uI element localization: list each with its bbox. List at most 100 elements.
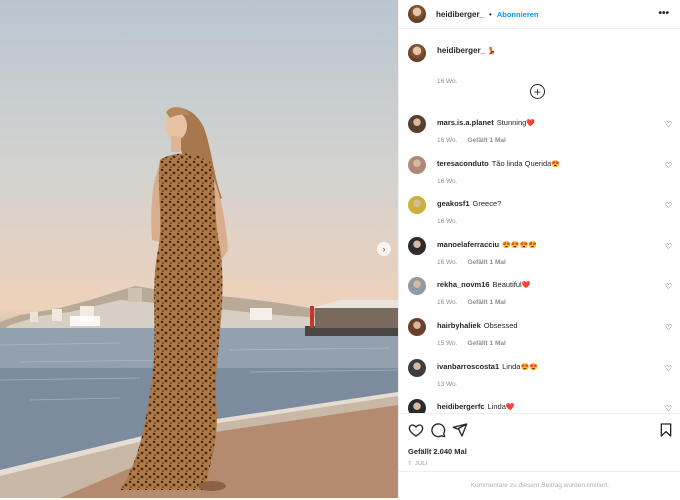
comment-body: Beautiful [492,280,522,290]
comment-item: heidibergerfc Linda❤️ ♡ [408,399,676,413]
comment-text: heidibergerfc Linda❤️ [437,402,515,411]
comment-item: hairbyhaliek Obsessed 15 Wo. Gefällt 1 Mal ♡ [408,318,676,358]
comment-like-heart-icon[interactable]: ♡ [665,242,672,251]
comment-emoji: 😍😍 [520,363,538,371]
comment-item: teresaconduto Tão linda Querida😍 16 Wo. ♡ [408,155,676,196]
comments-list[interactable]: heidiberger_ 💃 16 Wo. + mars.is.a.planet… [399,30,680,413]
comment-body: Linda [487,402,506,412]
comment-meta: 13 Wo. [437,381,467,388]
comment-meta: 16 Wo. [437,218,467,225]
likes-count[interactable]: Gefällt 2.040 Mal [408,447,467,456]
commenter-avatar[interactable] [408,277,426,296]
comment-meta: 15 Wo. Gefällt 1 Mal [437,340,506,347]
comment-body: Tão linda Querida [491,158,552,168]
commenter-username[interactable]: manoelaferracciu [437,240,499,249]
caption-username[interactable]: heidiberger_ [437,46,485,55]
comment-age[interactable]: 16 Wo. [437,259,457,266]
post-header: heidiberger_ • Abonnieren ••• [399,0,680,29]
heart-icon[interactable] [408,422,424,438]
more-horizontal-icon: ••• [658,8,669,19]
commenter-avatar[interactable] [408,115,426,133]
commenter-username[interactable]: teresaconduto [437,159,489,168]
comment-text: geakosf1 Greece? [437,199,501,208]
comment-likes[interactable]: Gefällt 1 Mal [467,259,505,266]
comment-meta: 16 Wo. Gefällt 1 Mal [437,259,506,266]
next-photo-button[interactable]: › [377,242,391,256]
commenter-avatar[interactable] [408,358,426,377]
author-avatar[interactable] [408,5,426,23]
commenter-avatar[interactable] [408,155,426,174]
comments-limited-notice: Kommentare zu diesem Beitrag wurden limi… [399,471,680,499]
comment-emoji: ❤️ [505,404,515,412]
author-username[interactable]: heidiberger_ [436,10,484,19]
comment-body: Stunning [496,118,527,127]
comment-emoji: 😍😍😍😍 [502,241,537,249]
commenter-username[interactable]: geakosf1 [437,199,470,208]
caption-text: heidiberger_ 💃 [437,46,496,55]
plus-circle-icon: + [533,84,541,99]
comment-text: mars.is.a.planet Stunning❤️ [437,118,535,127]
load-more-comments-button[interactable]: + [530,84,545,99]
comment-text: ivanbarroscosta1 Linda😍😍 [437,362,538,371]
comment-like-heart-icon[interactable]: ♡ [665,364,672,373]
chevron-right-icon: › [382,243,386,254]
comment-meta: 16 Wo. [437,178,467,185]
caption-avatar[interactable] [408,44,426,62]
photo-scene [0,107,398,498]
comment-likes[interactable]: Gefällt 1 Mal [467,299,505,306]
commenter-username[interactable]: heidibergerfc [437,402,485,411]
comment-meta: 16 Wo. Gefällt 1 Mal [437,137,506,144]
comment-age[interactable]: 16 Wo. [437,299,457,306]
comment-like-heart-icon[interactable]: ♡ [665,282,672,291]
comment-like-heart-icon[interactable]: ♡ [665,404,672,413]
comment-text: rekha_novm16 Beautiful❤️ [437,280,530,289]
follow-button[interactable]: Abonnieren [497,10,539,19]
comment-text: manoelaferracciu 😍😍😍😍 [437,240,537,249]
commenter-username[interactable]: hairbyhaliek [437,321,481,330]
commenter-username[interactable]: ivanbarroscosta1 [437,362,499,371]
comment-text: teresaconduto Tão linda Querida😍 [437,159,560,168]
comment-text: hairbyhaliek Obsessed [437,321,518,330]
comment-age[interactable]: 15 Wo. [437,340,457,347]
comment-likes[interactable]: Gefällt 1 Mal [467,340,505,347]
comment-item: mars.is.a.planet Stunning❤️ 16 Wo. Gefällt … [408,115,676,155]
comment-emoji: ❤️ [526,120,536,127]
commenter-avatar[interactable] [408,196,426,215]
comment-likes[interactable]: Gefällt 1 Mal [467,137,505,144]
commenter-username[interactable]: rekha_novm16 [437,280,490,289]
more-options-button[interactable]: ••• [658,8,669,19]
comment-meta: 16 Wo. Gefällt 1 Mal [437,299,506,306]
caption-age: 16 Wo. [437,78,458,85]
comment-emoji: ❤️ [521,282,531,290]
comment-item: ivanbarroscosta1 Linda😍😍 13 Wo. ♡ [408,358,676,399]
comment-item: geakosf1 Greece? 16 Wo. ♡ [408,196,676,236]
share-icon[interactable] [452,422,468,438]
comment-body: Obsessed [483,321,518,330]
commenter-avatar[interactable] [408,318,426,336]
caption-emoji: 💃 [487,48,496,55]
separator-dot: • [489,9,492,19]
comment-emoji: 😍 [551,160,561,168]
comment-icon[interactable] [430,422,446,438]
comment-age[interactable]: 16 Wo. [437,178,457,185]
commenter-username[interactable]: mars.is.a.planet [437,118,494,127]
pier [305,300,398,336]
post-date[interactable]: 7. JULI [408,461,428,467]
comment-item: manoelaferracciu 😍😍😍😍 16 Wo. Gefällt 1 Mal ♡ [408,236,676,277]
comment-age[interactable]: 13 Wo. [437,381,457,388]
comment-like-heart-icon[interactable]: ♡ [665,120,672,129]
post-photo[interactable]: › [0,0,398,498]
instagram-post: › heidiberger_ • Abonnieren ••• heidiber… [0,0,680,498]
commenter-avatar[interactable] [408,399,426,413]
comment-like-heart-icon[interactable]: ♡ [665,161,672,170]
comment-age[interactable]: 16 Wo. [437,137,457,144]
comment-like-heart-icon[interactable]: ♡ [665,323,672,332]
comment-age[interactable]: 16 Wo. [437,218,457,225]
comment-body: Linda [502,361,521,371]
comment-like-heart-icon[interactable]: ♡ [665,201,672,210]
post-side-panel: heidiberger_ • Abonnieren ••• heidiberge… [398,0,680,498]
bookmark-icon[interactable] [658,422,674,438]
commenter-avatar[interactable] [408,236,426,255]
comment-item: rekha_novm16 Beautiful❤️ 16 Wo. Gefällt 1 M… [408,277,676,317]
post-actions: Gefällt 2.040 Mal 7. JULI Kommentare zu … [399,413,680,498]
